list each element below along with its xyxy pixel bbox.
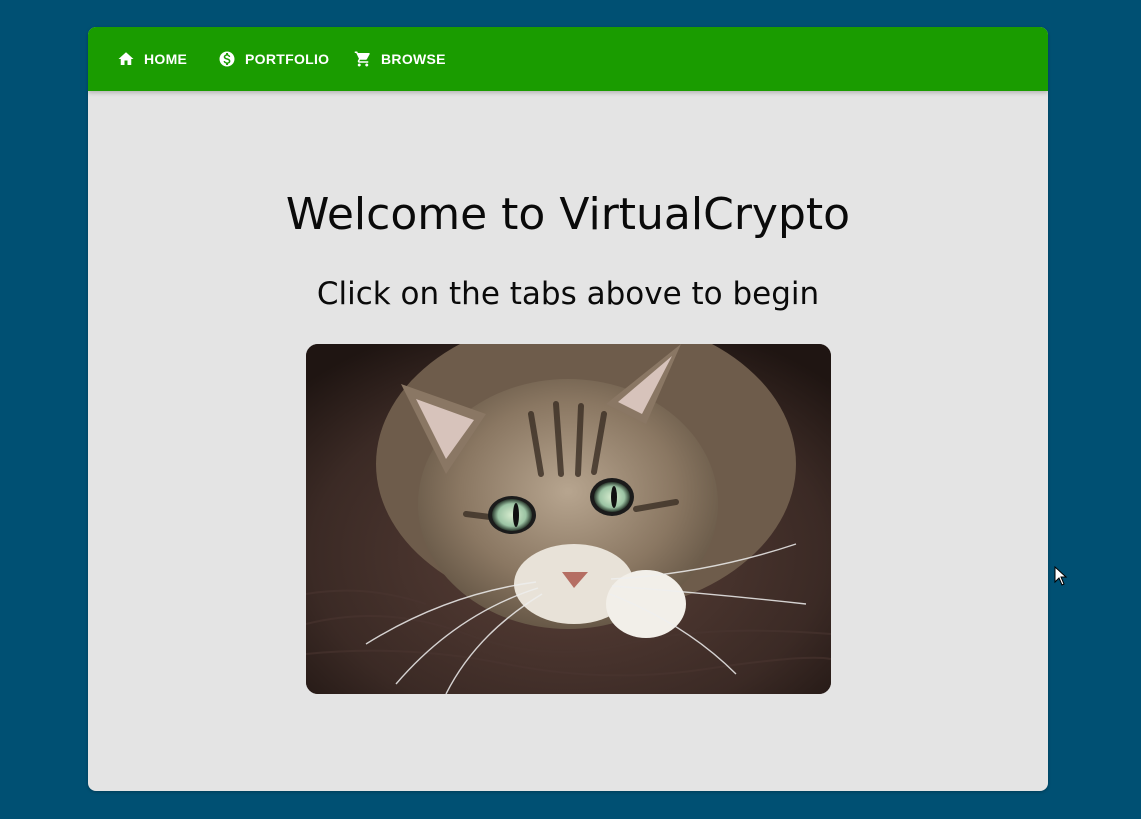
cat-illustration [306, 344, 831, 694]
page-subtitle: Click on the tabs above to begin [316, 276, 820, 312]
page-title: Welcome to VirtualCrypto [285, 189, 851, 240]
tab-browse[interactable]: BROWSE [354, 27, 446, 91]
mouse-cursor-icon [1054, 566, 1068, 586]
cart-icon [354, 50, 372, 68]
top-navbar: HOME PORTFOLIO BROWSE [88, 27, 1048, 91]
home-icon [117, 50, 135, 68]
tab-portfolio[interactable]: PORTFOLIO [218, 27, 329, 91]
dollar-circle-icon [218, 50, 236, 68]
app-card: HOME PORTFOLIO BROWSE Welcome to Virtual… [88, 27, 1048, 791]
tab-portfolio-label: PORTFOLIO [245, 51, 330, 67]
cat-photo [306, 344, 831, 694]
tab-browse-label: BROWSE [381, 51, 446, 67]
tab-home-label: HOME [144, 51, 188, 67]
tab-home[interactable]: HOME [117, 27, 187, 91]
